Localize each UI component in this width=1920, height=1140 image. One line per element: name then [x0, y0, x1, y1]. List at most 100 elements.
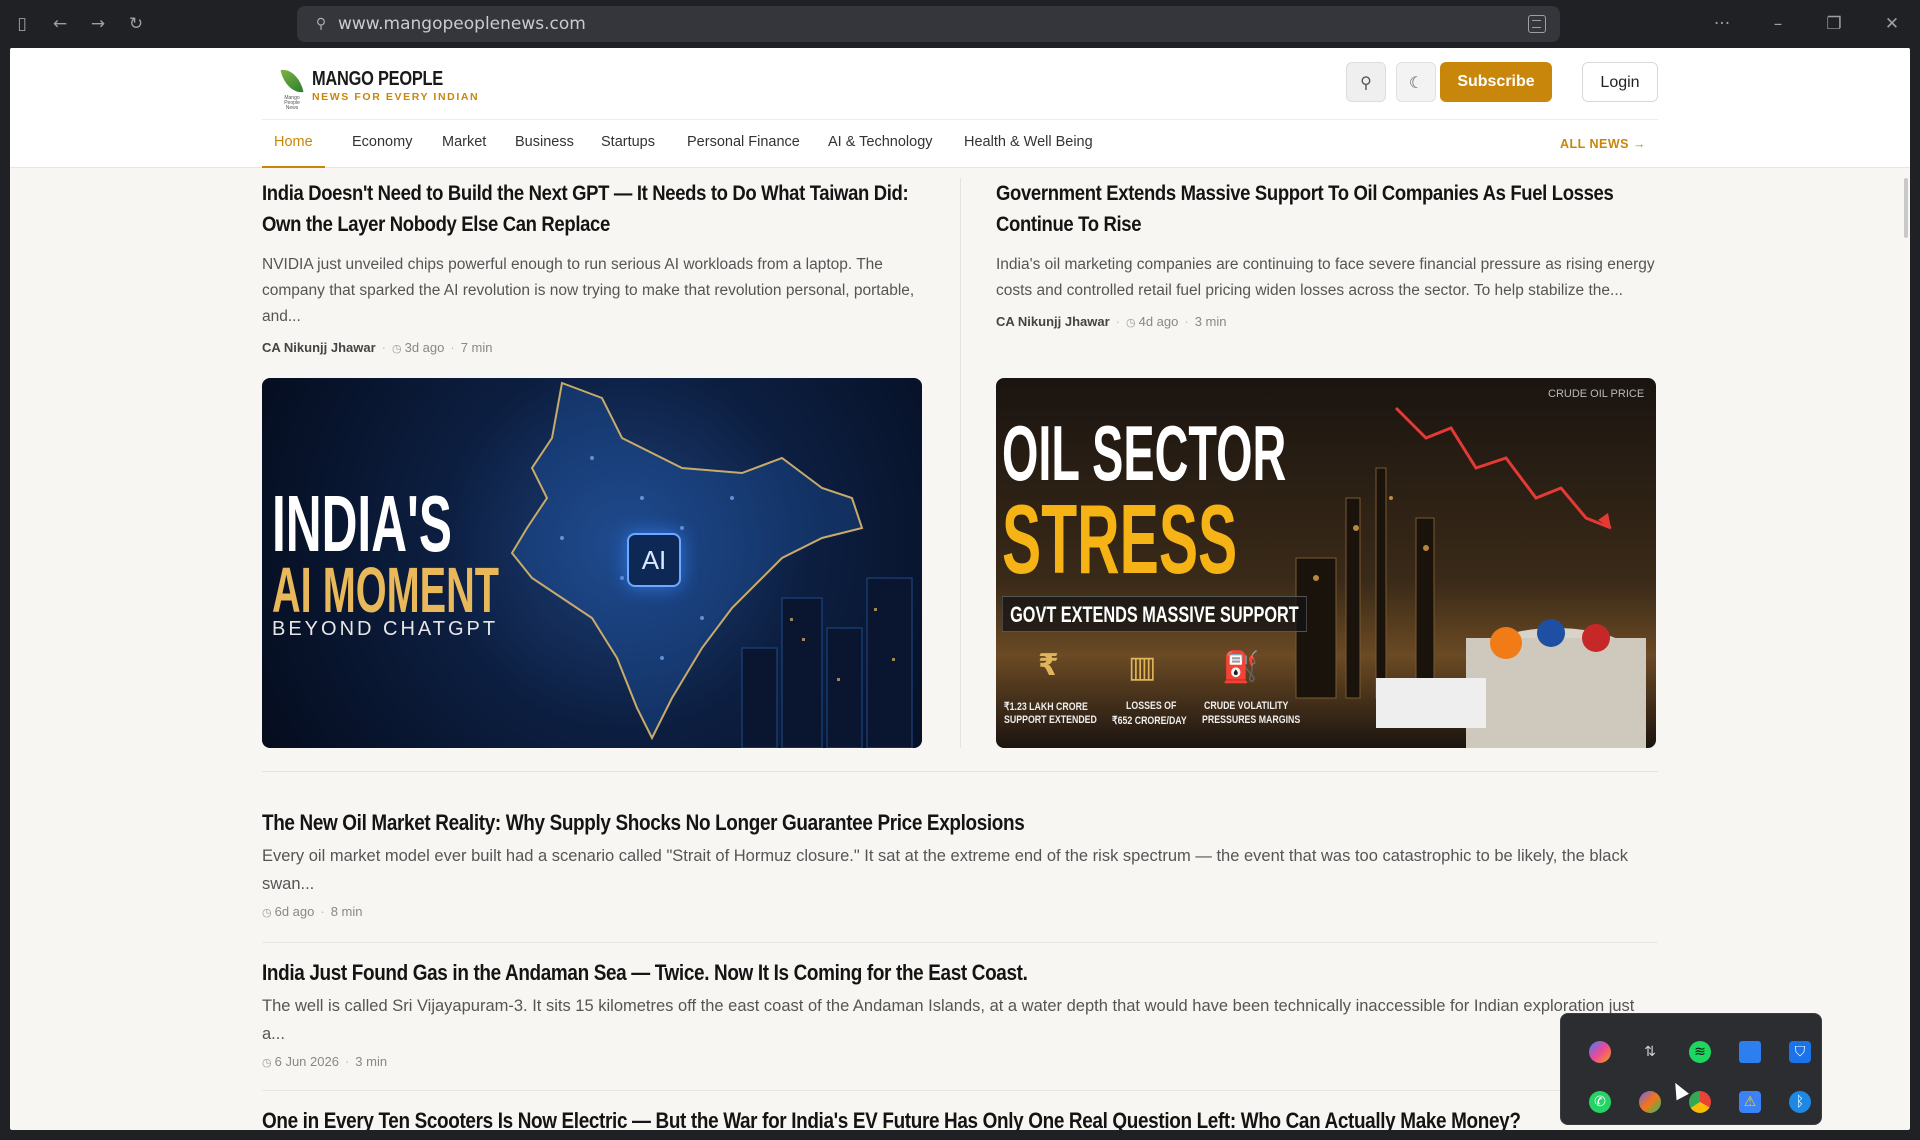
read-time: 8 min — [330, 904, 363, 919]
site-header: Mango People News MANGO PEOPLE NEWS FOR … — [10, 48, 1910, 168]
ai-chip-graphic: AI — [627, 533, 681, 587]
spotify-icon[interactable]: ≋ — [1689, 1041, 1711, 1063]
back-icon[interactable]: ← — [48, 12, 72, 36]
restore-icon[interactable]: ❐ — [1822, 12, 1846, 36]
clock-icon: ◷ — [1126, 316, 1136, 329]
article-excerpt: Every oil market model ever built had a … — [262, 847, 1628, 893]
search-button[interactable]: ⚲ — [1346, 62, 1386, 102]
image-stat-2b: ₹652 CRORE/DAY — [1112, 715, 1187, 727]
login-button[interactable]: Login — [1582, 62, 1658, 102]
image-headline-2: AI MOMENT — [272, 554, 500, 626]
reader-view-icon[interactable] — [1528, 15, 1546, 33]
article-title[interactable]: India Doesn't Need to Build the Next GPT… — [262, 178, 924, 240]
brand-bar: Mango People News MANGO PEOPLE NEWS FOR … — [262, 62, 1658, 118]
page-viewport: Mango People News MANGO PEOPLE NEWS FOR … — [10, 48, 1910, 1130]
moon-icon: ☾ — [1408, 73, 1424, 92]
all-news-link[interactable]: ALL NEWS → — [1560, 120, 1646, 168]
list-divider — [262, 1090, 1658, 1091]
list-item[interactable]: One in Every Ten Scooters Is Now Electri… — [262, 1106, 1658, 1130]
theme-toggle-button[interactable]: ☾ — [1396, 62, 1436, 102]
nav-market[interactable]: Market — [442, 120, 486, 168]
image-stat-2a: LOSSES OF — [1126, 700, 1177, 712]
reload-icon[interactable]: ↻ — [124, 12, 148, 36]
close-window-icon[interactable]: ✕ — [1880, 12, 1904, 36]
featured-image-2[interactable]: CRUDE OIL PRICE OIL SECTOR STRESS GOVT E… — [996, 378, 1656, 748]
article-age: 3d ago — [404, 340, 445, 355]
image-stat-1a: ₹1.23 LAKH CRORE — [1004, 701, 1088, 713]
clock-icon: ◷ — [262, 906, 272, 919]
article-excerpt: The well is called Sri Vijayapuram-3. It… — [262, 997, 1635, 1043]
clock-icon: ◷ — [262, 1056, 272, 1069]
minimize-icon[interactable]: – — [1766, 12, 1790, 36]
security-warning-icon[interactable]: ⚠ — [1739, 1091, 1761, 1113]
image-subline: BEYOND CHATGPT — [272, 618, 499, 640]
article-age: 6 Jun 2026 — [274, 1054, 339, 1069]
article-title[interactable]: India Just Found Gas in the Andaman Sea … — [262, 958, 1655, 988]
oil-barrel-icon: ⛽ — [1222, 650, 1260, 685]
bluetooth-icon[interactable]: ᛒ — [1789, 1091, 1811, 1113]
main-nav: Home Economy Market Business Startups Pe… — [262, 119, 1658, 168]
browser-toolbar: ▯ ← → ↻ ⚲ www.mangopeoplenews.com ··· – … — [0, 0, 1920, 48]
address-bar[interactable]: ⚲ www.mangopeoplenews.com — [297, 6, 1560, 42]
article-meta: CA Nikunjj Jhawar · ◷ 4d ago · 3 min — [996, 314, 1227, 329]
nav-home[interactable]: Home — [262, 120, 325, 168]
article-title[interactable]: Government Extends Massive Support To Oi… — [996, 178, 1658, 240]
list-item[interactable]: India Just Found Gas in the Andaman Sea … — [262, 958, 1658, 1069]
article-meta: ◷ 6d ago · 8 min — [262, 904, 363, 919]
author-name[interactable]: CA Nikunjj Jhawar — [262, 340, 376, 355]
site-info-icon[interactable]: ⚲ — [311, 14, 331, 34]
image-banner: GOVT EXTENDS MASSIVE SUPPORT — [1002, 596, 1307, 632]
scrollbar-thumb[interactable] — [1904, 178, 1908, 238]
article-title[interactable]: The New Oil Market Reality: Why Supply S… — [262, 808, 1655, 838]
featured-article-1[interactable]: India Doesn't Need to Build the Next GPT… — [262, 178, 922, 355]
nav-ai-technology[interactable]: AI & Technology — [828, 120, 933, 168]
read-time: 3 min — [355, 1054, 388, 1069]
forward-icon[interactable]: → — [86, 12, 110, 36]
column-divider — [960, 178, 961, 748]
clock-icon: ◷ — [392, 342, 402, 355]
image-stat-1b: SUPPORT EXTENDED — [1004, 714, 1097, 726]
copilot-icon[interactable] — [1589, 1041, 1611, 1063]
nav-business[interactable]: Business — [515, 120, 574, 168]
nav-economy[interactable]: Economy — [352, 120, 412, 168]
subscribe-button[interactable]: Subscribe — [1440, 62, 1552, 102]
image-stat-3a: CRUDE VOLATILITY — [1204, 700, 1289, 712]
sidebar-toggle-icon[interactable]: ▯ — [10, 12, 34, 36]
featured-article-2[interactable]: Government Extends Massive Support To Oi… — [996, 178, 1656, 329]
image-corner-label: CRUDE OIL PRICE — [1548, 388, 1645, 400]
list-divider — [262, 942, 1658, 943]
list-item[interactable]: The New Oil Market Reality: Why Supply S… — [262, 808, 1658, 919]
read-time: 7 min — [460, 340, 493, 355]
logo-icon[interactable]: Mango People News — [278, 66, 306, 111]
system-tray-overflow: ⇅ ≋ ⛉ ✆ ⚠ ᛒ — [1560, 1013, 1822, 1125]
nav-startups[interactable]: Startups — [601, 120, 655, 168]
defender-icon[interactable]: ⛉ — [1789, 1041, 1811, 1063]
sync-icon[interactable]: ⇅ — [1639, 1041, 1661, 1063]
search-icon: ⚲ — [1360, 73, 1372, 92]
article-age: 6d ago — [274, 904, 315, 919]
rupee-hand-icon: ₹ — [1038, 648, 1059, 683]
image-headline-2: STRESS — [1002, 484, 1238, 594]
copilot-app-icon[interactable] — [1639, 1091, 1661, 1113]
article-title[interactable]: One in Every Ten Scooters Is Now Electri… — [262, 1106, 1655, 1130]
url-text[interactable]: www.mangopeoplenews.com — [338, 6, 586, 42]
article-excerpt: NVIDIA just unveiled chips powerful enou… — [262, 256, 915, 325]
article-meta: CA Nikunjj Jhawar · ◷ 3d ago · 7 min — [262, 340, 493, 355]
chrome-icon[interactable] — [1689, 1091, 1711, 1113]
site-name[interactable]: MANGO PEOPLE — [312, 68, 443, 91]
featured-image-1[interactable]: AI INDIA'S AI MOMENT BEYOND CHATGPT — [262, 378, 922, 748]
image-stat-3b: PRESSURES MARGINS — [1202, 714, 1301, 726]
remote-desktop-icon[interactable] — [1739, 1041, 1761, 1063]
nav-personal-finance[interactable]: Personal Finance — [687, 120, 800, 168]
site-tagline: NEWS FOR EVERY INDIAN — [312, 91, 480, 103]
whatsapp-icon[interactable]: ✆ — [1589, 1091, 1611, 1113]
read-time: 3 min — [1194, 314, 1227, 329]
section-divider — [262, 771, 1658, 772]
article-meta: ◷ 6 Jun 2026 · 3 min — [262, 1054, 388, 1069]
nav-health[interactable]: Health & Well Being — [964, 120, 1093, 168]
more-options-icon[interactable]: ··· — [1710, 12, 1734, 36]
bar-chart-icon: ▥ — [1128, 650, 1157, 685]
article-age: 4d ago — [1138, 314, 1179, 329]
author-name[interactable]: CA Nikunjj Jhawar — [996, 314, 1110, 329]
article-excerpt: India's oil marketing companies are cont… — [996, 256, 1655, 299]
